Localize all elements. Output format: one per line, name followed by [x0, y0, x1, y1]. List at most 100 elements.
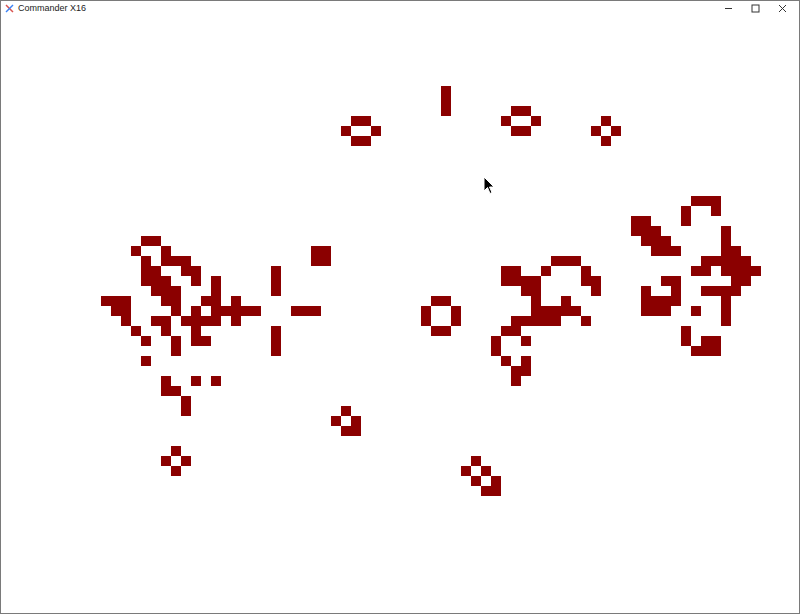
live-cell — [141, 266, 151, 276]
live-cell — [681, 216, 691, 226]
live-cell — [141, 356, 151, 366]
live-cell — [661, 236, 671, 246]
live-cell — [561, 306, 571, 316]
live-cell — [191, 306, 201, 316]
live-cell — [751, 266, 761, 276]
live-cell — [451, 316, 461, 326]
live-cell — [161, 286, 171, 296]
live-cell — [201, 336, 211, 346]
live-cell — [171, 256, 181, 266]
live-cell — [141, 256, 151, 266]
live-cell — [311, 246, 321, 256]
live-cell — [181, 406, 191, 416]
live-cell — [551, 316, 561, 326]
mouse-cursor-icon — [483, 176, 495, 195]
live-cell — [701, 256, 711, 266]
minimize-icon[interactable] — [724, 4, 733, 13]
live-cell — [341, 406, 351, 416]
x16-logo-icon — [5, 4, 14, 13]
close-icon[interactable] — [778, 4, 787, 13]
live-cell — [531, 296, 541, 306]
live-cell — [171, 286, 181, 296]
live-cell — [511, 126, 521, 136]
live-cell — [221, 306, 231, 316]
live-cell — [711, 196, 721, 206]
live-cell — [171, 336, 181, 346]
window-title: Commander X16 — [18, 4, 720, 13]
live-cell — [531, 306, 541, 316]
live-cell — [121, 316, 131, 326]
live-cell — [591, 286, 601, 296]
live-cell — [201, 296, 211, 306]
live-cell — [731, 266, 741, 276]
live-cell — [541, 316, 551, 326]
live-cell — [501, 276, 511, 286]
maximize-icon[interactable] — [751, 4, 760, 13]
live-cell — [181, 456, 191, 466]
live-cell — [641, 286, 651, 296]
live-cell — [521, 366, 531, 376]
live-cell — [531, 286, 541, 296]
live-cell — [521, 126, 531, 136]
live-cell — [231, 316, 241, 326]
live-cell — [671, 276, 681, 286]
live-cell — [351, 426, 361, 436]
live-cell — [581, 316, 591, 326]
live-cell — [421, 316, 431, 326]
live-cell — [311, 256, 321, 266]
live-cell — [191, 266, 201, 276]
live-cell — [721, 246, 731, 256]
live-cell — [141, 276, 151, 286]
live-cell — [711, 336, 721, 346]
life-board[interactable] — [1, 16, 800, 613]
live-cell — [531, 316, 541, 326]
live-cell — [161, 316, 171, 326]
live-cell — [211, 306, 221, 316]
live-cell — [511, 366, 521, 376]
live-cell — [441, 326, 451, 336]
live-cell — [511, 316, 521, 326]
live-cell — [331, 416, 341, 426]
live-cell — [511, 266, 521, 276]
live-cell — [551, 256, 561, 266]
live-cell — [191, 326, 201, 336]
live-cell — [641, 216, 651, 226]
live-cell — [511, 376, 521, 386]
live-cell — [531, 276, 541, 286]
live-cell — [121, 296, 131, 306]
live-cell — [661, 276, 671, 286]
live-cell — [171, 306, 181, 316]
live-cell — [251, 306, 261, 316]
live-cell — [231, 296, 241, 306]
live-cell — [581, 276, 591, 286]
emulator-window: Commander X16 — [0, 0, 800, 614]
live-cell — [651, 246, 661, 256]
live-cell — [371, 126, 381, 136]
live-cell — [571, 306, 581, 316]
live-cell — [131, 246, 141, 256]
live-cell — [171, 446, 181, 456]
live-cell — [361, 116, 371, 126]
live-cell — [141, 236, 151, 246]
live-cell — [721, 296, 731, 306]
live-cell — [661, 306, 671, 316]
live-cell — [161, 296, 171, 306]
live-cell — [701, 336, 711, 346]
live-cell — [441, 296, 451, 306]
title-bar[interactable]: Commander X16 — [1, 1, 799, 16]
live-cell — [211, 296, 221, 306]
live-cell — [201, 316, 211, 326]
live-cell — [271, 286, 281, 296]
live-cell — [271, 266, 281, 276]
live-cell — [161, 376, 171, 386]
live-cell — [681, 206, 691, 216]
live-cell — [151, 316, 161, 326]
live-cell — [481, 466, 491, 476]
live-cell — [721, 306, 731, 316]
live-cell — [521, 286, 531, 296]
live-cell — [161, 386, 171, 396]
live-cell — [711, 286, 721, 296]
live-cell — [321, 256, 331, 266]
live-cell — [181, 266, 191, 276]
live-cell — [211, 376, 221, 386]
